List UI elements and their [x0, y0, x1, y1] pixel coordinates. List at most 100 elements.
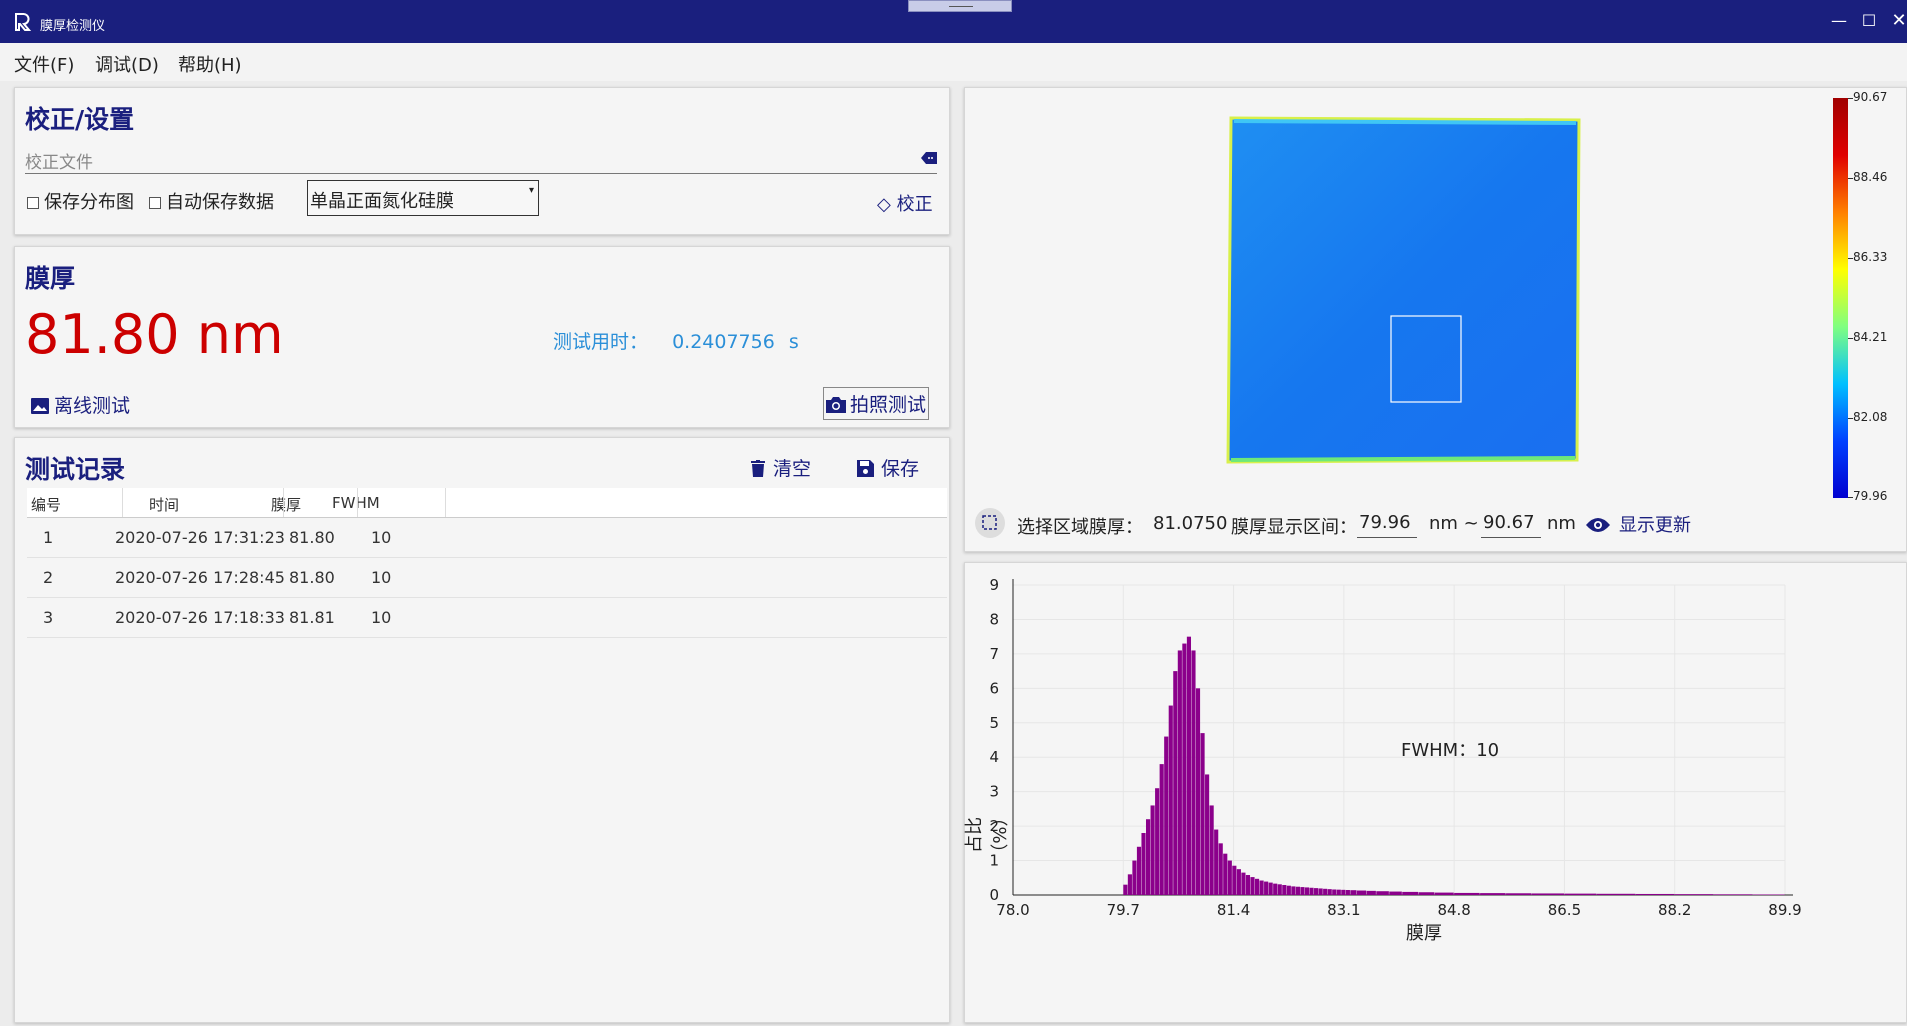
x-axis-label: 膜厚 [1406, 923, 1442, 944]
histogram-bar [1214, 829, 1219, 895]
histogram-bar [1168, 705, 1173, 895]
histogram-bar [1752, 894, 1785, 895]
records-panel: 测试记录 清空 保存 编号 时间 膜厚 FWHM 1 2020-07-26 17:… [14, 437, 950, 1023]
chevron-down-icon: ▾ [528, 185, 534, 196]
save-map-checkbox-box[interactable] [27, 197, 39, 209]
histogram-bar [1596, 893, 1636, 895]
histogram-bar [1480, 893, 1506, 895]
save-records-button[interactable]: 保存 [857, 454, 919, 481]
histogram-bar [1209, 805, 1214, 895]
calibrate-button[interactable]: ◇ 校正 [877, 190, 933, 216]
window-drag-handle[interactable] [908, 0, 1012, 12]
histogram-bar [1186, 636, 1192, 895]
histogram-bar [1713, 894, 1753, 895]
menu-help[interactable]: 帮助(H) [178, 51, 242, 77]
histogram-bar [1300, 887, 1305, 895]
update-display-button[interactable]: 显示更新 [1585, 511, 1691, 537]
histogram-bar [1159, 764, 1164, 895]
table-row[interactable]: 2 2020-07-26 17:28:45 81.80 10 [27, 558, 947, 598]
histogram-bar [1327, 889, 1332, 895]
row-fwhm: 10 [371, 608, 392, 627]
auto-save-checkbox[interactable]: 自动保存数据 [149, 188, 274, 214]
x-tick-label: 79.7 [1107, 901, 1140, 919]
histogram-bar [1177, 650, 1182, 895]
test-time-value: 0.2407756 [672, 331, 775, 353]
histogram-bar [1304, 887, 1310, 895]
row-id: 1 [43, 528, 54, 547]
colorbar-tick: 88.46 [1853, 170, 1888, 184]
row-time: 2020-07-26 17:28:45 [115, 568, 285, 587]
row-thickness: 81.80 [289, 568, 335, 587]
region-thickness-value: 81.0750 [1153, 513, 1228, 534]
header-time[interactable]: 时间 [149, 494, 179, 515]
header-fwhm[interactable]: FWHM [332, 494, 380, 512]
photo-test-button[interactable]: 拍照测试 [823, 387, 930, 420]
menu-debug[interactable]: 调试(D) [95, 51, 159, 77]
film-type-select[interactable]: 单晶正面氮化硅膜 ▾ [307, 180, 539, 216]
histogram-bar [1635, 893, 1675, 895]
save-map-checkbox[interactable]: 保存分布图 [27, 188, 134, 214]
histogram-bar [1341, 889, 1346, 895]
histogram-bar [1434, 892, 1454, 895]
header-thickness[interactable]: 膜厚 [271, 494, 301, 515]
histogram-bar [1389, 891, 1402, 895]
thickness-map-image[interactable] [1225, 112, 1585, 468]
minimize-button[interactable]: — [1826, 8, 1852, 34]
histogram-bar [1350, 890, 1357, 895]
photo-test-label: 拍照测试 [850, 394, 927, 416]
table-row[interactable]: 1 2020-07-26 17:31:23 81.80 10 [27, 518, 947, 558]
histogram-bar [1191, 650, 1196, 895]
calibration-title: 校正/设置 [25, 105, 135, 134]
app-logo-icon [15, 13, 32, 31]
offline-test-button[interactable]: 离线测试 [31, 391, 130, 418]
x-tick-label: 89.9 [1768, 901, 1801, 919]
clear-button[interactable]: 清空 [751, 454, 811, 481]
histogram-bar [1268, 882, 1273, 895]
y-tick-label: 7 [989, 645, 999, 663]
test-time: 测试用时： 0.2407756 s [553, 327, 799, 354]
range-max-input[interactable]: 90.67 [1481, 508, 1541, 538]
select-region-icon[interactable] [975, 508, 1005, 538]
table-row[interactable]: 3 2020-07-26 17:18:33 81.81 10 [27, 598, 947, 638]
records-table: 编号 时间 膜厚 FWHM 1 2020-07-26 17:31:23 81.80 1… [27, 488, 947, 638]
histogram-panel: 0 1 2 3 4 5 6 7 8 9 78.0 79.7 81.4 83.1 84.8 86.5 88.2 89… [964, 562, 1907, 1023]
histogram-bar [1356, 890, 1367, 895]
histogram-bar [1223, 853, 1228, 895]
image-icon [31, 398, 49, 414]
y-tick-label: 6 [989, 679, 999, 697]
histogram-bar [1323, 888, 1328, 895]
camera-icon [826, 397, 846, 413]
update-display-label: 显示更新 [1619, 515, 1691, 536]
records-title: 测试记录 [25, 455, 126, 484]
menu-file[interactable]: 文件(F) [14, 51, 74, 77]
histogram-bar [1227, 860, 1232, 895]
floppy-icon [857, 460, 874, 477]
y-tick-label: 9 [989, 576, 999, 594]
row-thickness: 81.81 [289, 608, 335, 627]
thickness-map-panel: 90.67 88.46 86.33 84.21 82.08 79.96 选择区域… [964, 87, 1907, 552]
close-button[interactable]: ✕ [1886, 8, 1907, 34]
header-id[interactable]: 编号 [31, 494, 61, 515]
colorbar-tick: 84.21 [1853, 330, 1888, 344]
row-thickness: 81.80 [289, 528, 335, 547]
auto-save-checkbox-box[interactable] [149, 197, 161, 209]
calibration-file-field[interactable]: 校正文件 [25, 146, 937, 174]
histogram-bar [1336, 889, 1341, 895]
calibration-panel: 校正/设置 校正文件 保存分布图 自动保存数据 单晶正面氮化硅膜 ▾ ◇ 校正 [14, 87, 950, 235]
title-bar: 膜厚检测仪 — ☐ ✕ [0, 0, 1907, 43]
histogram-bar [1366, 890, 1376, 895]
histogram-bar [1250, 877, 1255, 895]
range-unit: nm [1547, 513, 1576, 534]
histogram-bar [1136, 846, 1142, 895]
histogram-bar [1295, 886, 1300, 895]
histogram-bar [1376, 891, 1389, 895]
histogram-bar [1123, 884, 1128, 895]
fwhm-annotation: FWHM：10 [1401, 740, 1500, 761]
x-tick-label: 81.4 [1217, 901, 1250, 919]
histogram-bar [1205, 774, 1210, 895]
tag-icon[interactable] [921, 152, 937, 164]
trash-icon [751, 460, 765, 477]
maximize-button[interactable]: ☐ [1856, 8, 1882, 34]
row-time: 2020-07-26 17:31:23 [115, 528, 285, 547]
range-min-input[interactable]: 79.96 [1357, 508, 1417, 538]
